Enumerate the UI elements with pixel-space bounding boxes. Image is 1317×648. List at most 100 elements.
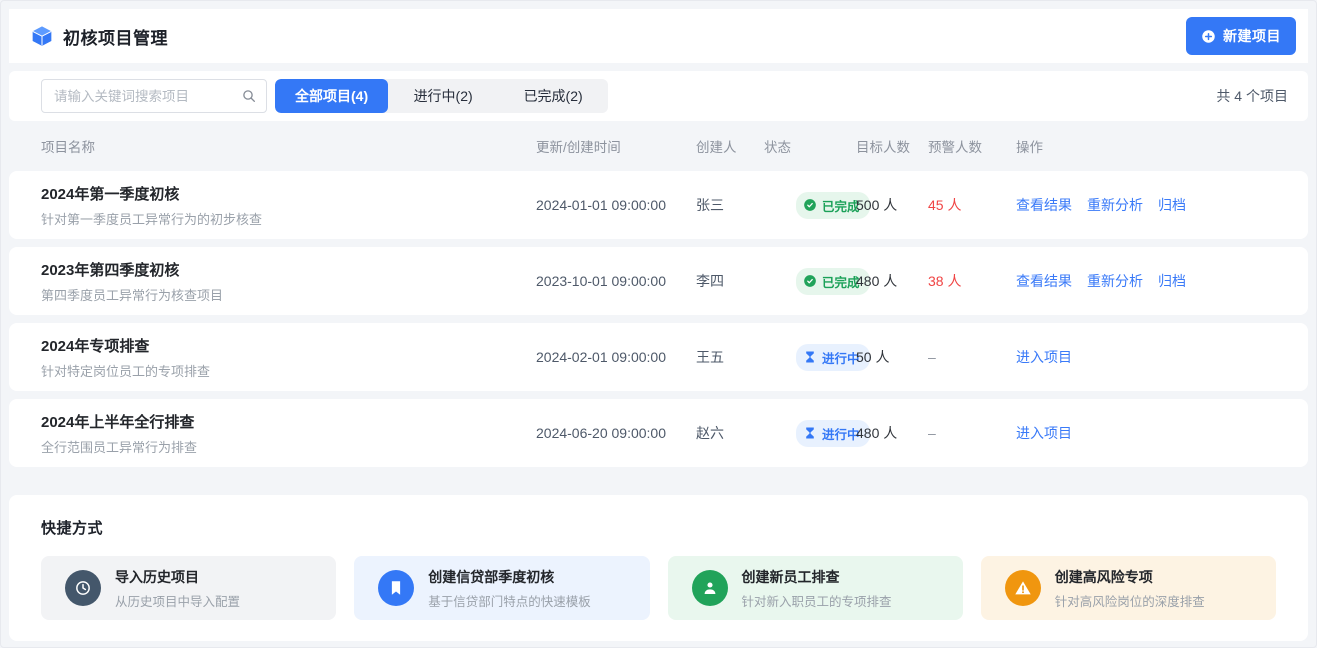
shortcut-title: 导入历史项目 (115, 567, 240, 587)
col-update-time: 更新/创建时间 (536, 136, 696, 156)
table-row: 2024年第一季度初核 针对第一季度员工异常行为的初步核查 2024-01-01… (9, 171, 1308, 239)
tab-completed[interactable]: 已完成(2) (498, 79, 608, 113)
hourglass-icon (803, 350, 817, 364)
search-input[interactable] (41, 79, 267, 113)
status-label: 进行中 (822, 424, 860, 443)
shortcut-high-risk-special[interactable]: 创建高风险专项 针对高风险岗位的深度排查 (981, 556, 1276, 620)
new-project-button[interactable]: 新建项目 (1186, 17, 1296, 55)
plus-circle-icon (1201, 29, 1216, 44)
clock-icon (65, 570, 101, 606)
shortcut-import-history[interactable]: 导入历史项目 从历史项目中导入配置 (41, 556, 336, 620)
reanalyze-link[interactable]: 重新分析 (1087, 195, 1143, 215)
col-status: 状态 (764, 136, 856, 156)
enter-project-link[interactable]: 进入项目 (1016, 347, 1072, 367)
project-count-summary: 共 4 个项目 (1216, 86, 1288, 106)
project-creator: 王五 (696, 347, 764, 367)
project-name-cell: 2024年上半年全行排查 全行范围员工异常行为排查 (41, 411, 536, 456)
warning-count: – (928, 425, 1016, 441)
shortcut-text: 创建新员工排查 针对新入职员工的专项排查 (742, 567, 892, 610)
warning-count: 45 人 (928, 195, 1016, 215)
cube-icon (31, 25, 53, 47)
project-name-cell: 2024年专项排查 针对特定岗位员工的专项排查 (41, 335, 536, 380)
check-circle-icon (803, 274, 817, 288)
project-status-cell: 已完成 (764, 268, 856, 295)
project-creator: 李四 (696, 271, 764, 291)
tab-all-projects[interactable]: 全部项目(4) (275, 79, 388, 113)
row-actions: 查看结果 重新分析 归档 (1016, 195, 1276, 215)
hourglass-icon (803, 426, 817, 440)
tab-in-progress[interactable]: 进行中(2) (388, 79, 498, 113)
col-warning-count: 预警人数 (928, 136, 1016, 156)
project-title: 2024年第一季度初核 (41, 183, 536, 204)
table-row: 2023年第四季度初核 第四季度员工异常行为核查项目 2023-10-01 09… (9, 247, 1308, 315)
shortcut-text: 创建高风险专项 针对高风险岗位的深度排查 (1055, 567, 1205, 610)
project-creator: 赵六 (696, 423, 764, 443)
shortcut-desc: 从历史项目中导入配置 (115, 591, 240, 610)
table-header: 项目名称 更新/创建时间 创建人 状态 目标人数 预警人数 操作 (9, 121, 1308, 171)
row-actions: 进入项目 (1016, 423, 1276, 443)
search-icon[interactable] (241, 88, 257, 104)
shortcut-title: 创建信贷部季度初核 (428, 567, 591, 587)
user-icon (692, 570, 728, 606)
shortcut-new-employee-check[interactable]: 创建新员工排查 针对新入职员工的专项排查 (668, 556, 963, 620)
project-status-cell: 进行中 (764, 420, 856, 447)
shortcuts-section: 快捷方式 导入历史项目 从历史项目中导入配置 (9, 495, 1308, 641)
target-count: 500 人 (856, 195, 928, 215)
shortcut-desc: 基于信贷部门特点的快速模板 (428, 591, 591, 610)
project-name-cell: 2023年第四季度初核 第四季度员工异常行为核查项目 (41, 259, 536, 304)
status-label: 已完成 (822, 272, 860, 291)
col-target-count: 目标人数 (856, 136, 928, 156)
project-creator: 张三 (696, 195, 764, 215)
project-desc: 针对特定岗位员工的专项排查 (41, 361, 536, 380)
shortcut-title: 创建新员工排查 (742, 567, 892, 587)
shortcut-cards: 导入历史项目 从历史项目中导入配置 创建信贷部季度初核 基于信贷部门特点的快速模… (41, 556, 1276, 620)
project-title: 2023年第四季度初核 (41, 259, 536, 280)
project-time: 2023-10-01 09:00:00 (536, 273, 696, 289)
project-desc: 第四季度员工异常行为核查项目 (41, 285, 536, 304)
project-status-cell: 已完成 (764, 192, 856, 219)
table-row: 2024年上半年全行排查 全行范围员工异常行为排查 2024-06-20 09:… (9, 399, 1308, 467)
shortcut-desc: 针对新入职员工的专项排查 (742, 591, 892, 610)
top-bar: 初核项目管理 新建项目 (9, 9, 1308, 63)
reanalyze-link[interactable]: 重新分析 (1087, 271, 1143, 291)
warning-count: – (928, 349, 1016, 365)
page-title-group: 初核项目管理 (31, 24, 168, 49)
warning-count: 38 人 (928, 271, 1016, 291)
view-results-link[interactable]: 查看结果 (1016, 195, 1072, 215)
project-title: 2024年专项排查 (41, 335, 536, 356)
table-row: 2024年专项排查 针对特定岗位员工的专项排查 2024-02-01 09:00… (9, 323, 1308, 391)
bookmark-icon (378, 570, 414, 606)
row-actions: 查看结果 重新分析 归档 (1016, 271, 1276, 291)
new-project-label: 新建项目 (1223, 26, 1281, 46)
archive-link[interactable]: 归档 (1158, 271, 1186, 291)
archive-link[interactable]: 归档 (1158, 195, 1186, 215)
shortcuts-title: 快捷方式 (41, 517, 1276, 538)
filter-tabs: 全部项目(4) 进行中(2) 已完成(2) (275, 79, 608, 113)
status-label: 已完成 (822, 196, 860, 215)
shortcut-desc: 针对高风险岗位的深度排查 (1055, 591, 1205, 610)
shortcut-credit-dept-review[interactable]: 创建信贷部季度初核 基于信贷部门特点的快速模板 (354, 556, 649, 620)
shortcut-title: 创建高风险专项 (1055, 567, 1205, 587)
col-actions: 操作 (1016, 136, 1276, 156)
view-results-link[interactable]: 查看结果 (1016, 271, 1072, 291)
status-label: 进行中 (822, 348, 860, 367)
project-time: 2024-02-01 09:00:00 (536, 349, 696, 365)
project-time: 2024-06-20 09:00:00 (536, 425, 696, 441)
toolbar: 全部项目(4) 进行中(2) 已完成(2) 共 4 个项目 (9, 71, 1308, 121)
project-status-cell: 进行中 (764, 344, 856, 371)
page: 初核项目管理 新建项目 全部项目(4) 进行中(2) 已完成(2) 共 4 个项… (0, 0, 1317, 648)
target-count: 480 人 (856, 423, 928, 443)
target-count: 50 人 (856, 347, 928, 367)
project-name-cell: 2024年第一季度初核 针对第一季度员工异常行为的初步核查 (41, 183, 536, 228)
enter-project-link[interactable]: 进入项目 (1016, 423, 1072, 443)
col-project-name: 项目名称 (41, 136, 536, 156)
check-circle-icon (803, 198, 817, 212)
search-box (41, 79, 267, 113)
project-time: 2024-01-01 09:00:00 (536, 197, 696, 213)
col-creator: 创建人 (696, 136, 764, 156)
project-title: 2024年上半年全行排查 (41, 411, 536, 432)
warning-icon (1005, 570, 1041, 606)
shortcut-text: 导入历史项目 从历史项目中导入配置 (115, 567, 240, 610)
project-desc: 针对第一季度员工异常行为的初步核查 (41, 209, 536, 228)
page-title: 初核项目管理 (63, 24, 168, 49)
